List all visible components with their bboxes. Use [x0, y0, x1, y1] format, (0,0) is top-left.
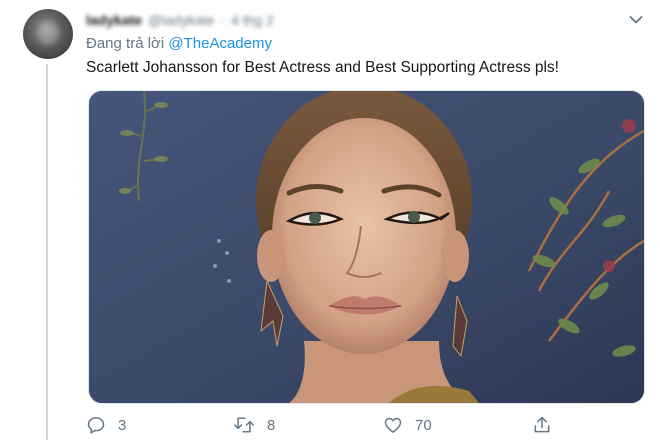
replying-prefix: Đang trả lời [86, 35, 165, 52]
like-icon [384, 417, 402, 433]
separator-dot: · [220, 12, 226, 28]
share-icon [534, 416, 550, 433]
tweet-actions: 3 8 70 [86, 412, 556, 438]
reply-button[interactable]: 3 [86, 412, 126, 438]
like-button[interactable]: 70 [383, 412, 432, 438]
more-options-button[interactable] [626, 10, 646, 30]
replying-to-link[interactable]: @TheAcademy [168, 35, 272, 52]
tweet-text: Scarlett Johansson for Best Actress and … [86, 59, 559, 76]
thread-line [46, 64, 48, 440]
tweet-timestamp[interactable]: 4 thg 2 [231, 12, 274, 28]
retweet-icon [233, 417, 255, 433]
tweet-photo[interactable] [88, 90, 645, 404]
reply-icon [87, 417, 105, 434]
share-button[interactable] [532, 412, 552, 438]
replying-to: Đang trả lời @TheAcademy [86, 35, 272, 52]
like-count: 70 [415, 416, 432, 434]
author-handle[interactable]: @ladykate [148, 12, 214, 28]
tweet-header: ladykate @ladykate · 4 thg 2 [86, 10, 274, 30]
author-name[interactable]: ladykate [86, 12, 142, 28]
retweet-count: 8 [267, 416, 276, 434]
avatar[interactable] [23, 9, 73, 59]
retweet-button[interactable]: 8 [233, 412, 275, 438]
chevron-down-icon [629, 16, 643, 24]
reply-count: 3 [118, 416, 127, 434]
